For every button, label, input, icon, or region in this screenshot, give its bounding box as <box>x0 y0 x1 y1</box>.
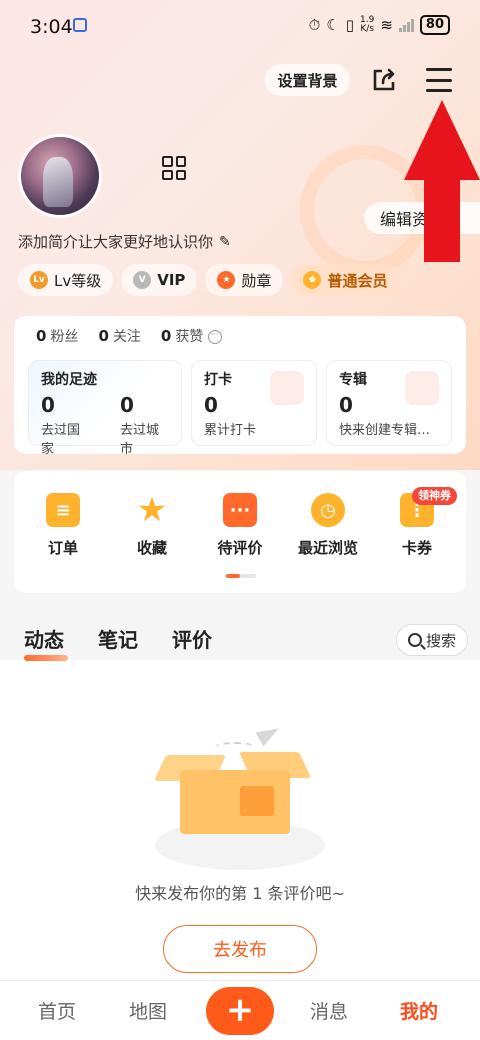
document-icon <box>240 786 274 816</box>
empty-state-message: 快来发布你的第 1 条评价吧~ <box>135 884 345 903</box>
network-speed-unit: K/s <box>360 24 374 34</box>
medal-tag-label: 勋章 <box>241 271 272 290</box>
membership-tag[interactable]: ♚ 普通会员 <box>291 264 400 296</box>
paper-plane-icon <box>255 721 283 747</box>
hamburger-menu-icon[interactable] <box>426 68 452 92</box>
page-indicator <box>226 574 256 578</box>
nav-home[interactable]: 首页 <box>38 997 76 1024</box>
bio-text: 添加简介让大家更好地认识你 <box>18 233 214 251</box>
checkin-decoration-icon <box>270 371 304 405</box>
favorites-label: 收藏 <box>136 539 167 557</box>
status-time: 3:04 <box>30 16 73 38</box>
social-counts: 0 粉丝 0 关注 0 获赞 ··· <box>36 326 222 346</box>
share-icon[interactable] <box>370 66 398 94</box>
favorites-action[interactable]: ★ 收藏 <box>117 493 187 558</box>
bottom-navigation: 首页 地图 + 消息 我的 <box>0 980 480 1040</box>
do-not-disturb-moon-icon: ☾ <box>326 16 340 34</box>
clock-icon: ◷ <box>311 493 345 527</box>
following-count[interactable]: 0 关注 <box>98 326 140 346</box>
star-icon: ★ <box>136 490 168 530</box>
footprint-card[interactable]: 我的足迹 0 去过国家 0 去过城市 <box>28 360 182 457</box>
battery-indicator: 80 <box>419 15 450 35</box>
bio[interactable]: 添加简介让大家更好地认识你 ✎ <box>18 231 231 252</box>
stats-card: 0 粉丝 0 关注 0 获赞 ··· 我的足迹 0 去过国家 0 去过城市 打卡 0 … <box>14 316 466 457</box>
status-icons: ⏱ ☾ ▯ 1.9 K/s ≋ 80 <box>309 15 450 35</box>
likes-count[interactable]: 0 获赞 ··· <box>161 326 222 346</box>
tab-notes[interactable]: 笔记 <box>98 624 138 661</box>
tab-moments[interactable]: 动态 <box>24 624 68 661</box>
level-badge-icon: Lv <box>30 271 48 289</box>
content-tabs: 动态 笔记 评价 <box>24 624 212 661</box>
cities-label: 去过城市 <box>120 423 160 457</box>
recent-action[interactable]: ◷ 最近浏览 <box>293 493 363 558</box>
coupon-badge[interactable]: 领神券 <box>412 487 457 505</box>
alarm-icon: ⏱ <box>308 16 321 34</box>
notification-app-icon <box>73 18 87 32</box>
to-review-action[interactable]: ··· 待评价 <box>205 493 275 558</box>
create-plus-button[interactable]: + <box>206 987 274 1035</box>
vibrate-icon: ▯ <box>345 16 354 34</box>
edit-pen-icon: ✎ <box>219 233 231 250</box>
vip-tag[interactable]: V VIP <box>121 264 198 296</box>
membership-tag-label: 普通会员 <box>327 271 388 290</box>
set-background-button[interactable]: 设置背景 <box>265 64 350 96</box>
album-card[interactable]: 专辑 0 快来创建专辑… <box>326 360 452 446</box>
footprint-title: 我的足迹 <box>41 372 97 388</box>
to-review-label: 待评价 <box>217 539 263 557</box>
level-tag-label: Lv等级 <box>54 271 102 290</box>
coupons-label: 卡券 <box>401 539 432 557</box>
fans-count-value: 0 <box>36 327 47 345</box>
qr-code-icon[interactable] <box>162 156 186 180</box>
search-label: 搜索 <box>425 631 456 650</box>
cell-signal-icon <box>398 18 414 32</box>
fans-label: 粉丝 <box>50 329 79 345</box>
medal-tag[interactable]: ★ 勋章 <box>205 264 284 296</box>
tab-reviews[interactable]: 评价 <box>172 624 212 661</box>
vip-tag-label: VIP <box>157 271 186 289</box>
network-speed: 1.9 K/s <box>360 16 374 34</box>
following-label: 关注 <box>112 329 141 345</box>
red-arrow-annotation <box>404 100 480 262</box>
nav-map[interactable]: 地图 <box>129 997 167 1024</box>
wifi-icon: ≋ <box>380 16 393 34</box>
orders-action[interactable]: ≡ 订单 <box>28 493 98 558</box>
likes-label: 获赞 <box>175 329 204 345</box>
likes-count-value: 0 <box>160 327 172 345</box>
checkin-label: 累计打卡 <box>204 423 257 438</box>
countries-label: 去过国家 <box>41 423 81 457</box>
album-decoration-icon <box>405 371 439 405</box>
album-label: 快来创建专辑… <box>339 423 431 438</box>
vip-badge-icon: V <box>133 271 152 289</box>
more-dots-icon[interactable]: ··· <box>207 330 222 344</box>
nav-messages[interactable]: 消息 <box>310 997 348 1024</box>
orders-label: 订单 <box>47 539 78 557</box>
medal-icon: ★ <box>217 271 236 289</box>
avatar[interactable] <box>18 134 102 218</box>
countries-count: 0 <box>41 393 55 417</box>
search-icon <box>407 633 422 647</box>
checkin-card[interactable]: 打卡 0 累计打卡 <box>191 360 317 446</box>
nav-mine[interactable]: 我的 <box>400 997 438 1024</box>
orders-icon: ≡ <box>46 493 80 527</box>
profile-tags: Lv Lv等级 V VIP ★ 勋章 ♚ 普通会员 <box>18 264 400 296</box>
cities-count: 0 <box>120 393 134 417</box>
recent-label: 最近浏览 <box>297 539 358 557</box>
status-bar: 3:04 ⏱ ☾ ▯ 1.9 K/s ≋ 80 <box>0 0 480 52</box>
quick-actions-card: ≡ 订单 ★ 收藏 ··· 待评价 ◷ 最近浏览 ⋮ 卡券 领神券 <box>14 471 466 593</box>
following-count-value: 0 <box>98 327 109 345</box>
level-tag[interactable]: Lv Lv等级 <box>18 264 114 296</box>
publish-button[interactable]: 去发布 <box>163 925 317 973</box>
plane-trail <box>215 742 255 752</box>
fans-count[interactable]: 0 粉丝 <box>36 326 78 346</box>
search-button[interactable]: 搜索 <box>396 624 468 656</box>
comment-icon: ··· <box>223 493 257 527</box>
member-icon: ♚ <box>303 271 322 289</box>
